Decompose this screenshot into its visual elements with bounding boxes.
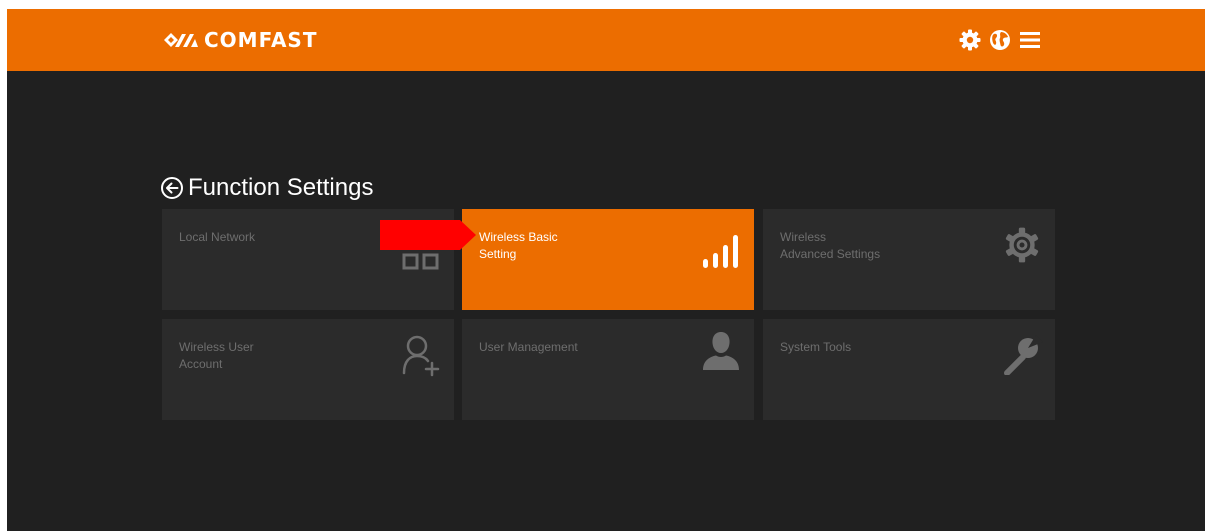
tile-label: Wireless Advanced Settings [780,230,881,261]
top-bar: COMFAST [7,9,1205,71]
person-icon [703,332,739,370]
tile-label: System Tools [780,340,852,354]
tile-wireless-advanced-settings[interactable]: Wireless Advanced Settings [763,209,1055,310]
wrench-icon [1004,335,1043,375]
page-heading: Function Settings [160,172,373,204]
gear-icon [1005,227,1039,263]
router-admin-window: COMFAST Function Settings Local Network … [7,9,1205,531]
tile-wireless-basic-setting[interactable]: Wireless Basic Setting [462,209,754,310]
two-squares-icon [402,253,439,270]
tile-label: Wireless User Account [179,340,254,371]
gear-icon[interactable] [958,28,982,52]
function-tiles: Local Network Wireless Basic Setting Wir… [162,209,1055,420]
add-user-icon [402,335,440,377]
signal-bars-icon [703,235,738,268]
comfast-logo-icon [164,33,198,47]
menu-icon[interactable] [1018,28,1042,52]
tile-system-tools[interactable]: System Tools [763,319,1055,420]
logo[interactable]: COMFAST [162,29,317,51]
brand-name: COMFAST [204,28,318,52]
tile-label: Local Network [179,230,256,244]
tile-label: Wireless Basic Setting [479,230,558,261]
red-arrow-icon [380,220,476,250]
page-title: Function Settings [188,174,374,201]
tile-wireless-user-account[interactable]: Wireless User Account [162,319,454,420]
header-icons [958,26,1042,54]
tile-label: User Management [479,340,578,354]
globe-icon[interactable] [988,28,1012,52]
tile-user-management[interactable]: User Management [462,319,754,420]
circle-arrow-left-icon[interactable] [160,176,184,200]
